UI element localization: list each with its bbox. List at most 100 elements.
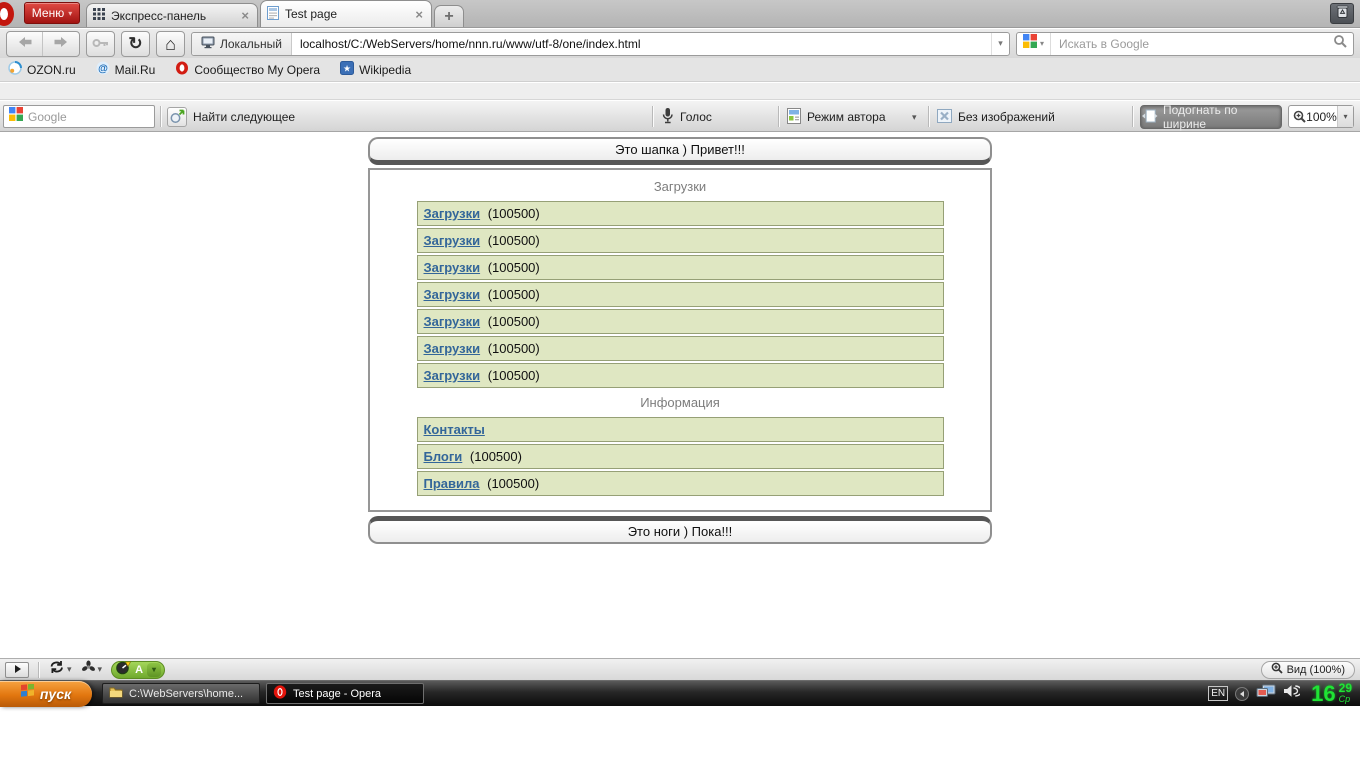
taskbar-clock[interactable]: 16 29 Ср <box>1311 683 1352 705</box>
search-input[interactable]: Искать в Google <box>1051 37 1327 51</box>
author-mode-button[interactable]: Режим автора <box>787 105 886 129</box>
bookmark-label: Mail.Ru <box>115 63 156 77</box>
tray-chevron-button[interactable] <box>1235 687 1249 701</box>
page-viewport: Это шапка ) Привет!!! Загрузки Загрузки … <box>0 132 1360 658</box>
address-field[interactable]: Локальный localhost/C:/WebServers/home/n… <box>191 32 1010 56</box>
url-text[interactable]: localhost/C:/WebServers/home/nnn.ru/www/… <box>292 37 991 51</box>
turbo-button[interactable]: A ▾ <box>111 661 165 679</box>
bookmark-item[interactable]: OZON.ru <box>8 61 76 78</box>
browser-tab[interactable]: Экспресс-панель × <box>86 3 258 27</box>
forward-arrow-icon <box>53 35 69 53</box>
view-zoom-label: Вид (100%) <box>1287 664 1345 676</box>
history-nav-group <box>6 31 80 57</box>
panels-toggle-button[interactable] <box>5 662 29 678</box>
microphone-icon <box>661 107 674 127</box>
link-count: (100500) <box>487 476 539 491</box>
closed-tabs-trash-button[interactable] <box>1330 3 1354 24</box>
content-link[interactable]: Загрузки <box>424 341 481 356</box>
home-button[interactable]: ⌂ <box>156 31 185 57</box>
start-button-label: пуск <box>40 686 71 702</box>
taskbar: пуск C:\WebServers\home... Test page - O… <box>0 680 1360 706</box>
forward-button[interactable] <box>43 32 79 56</box>
unite-button[interactable]: ▾ <box>81 660 103 679</box>
link-count: (100500) <box>488 368 540 383</box>
taskbar-item[interactable]: Test page - Opera <box>266 683 424 704</box>
tray-language-indicator[interactable]: EN <box>1208 686 1228 701</box>
clock-day: Ср <box>1339 694 1351 704</box>
author-mode-icon <box>787 108 801 127</box>
zoom-control[interactable]: 100% ▾ <box>1288 105 1354 128</box>
content-link[interactable]: Загрузки <box>424 206 481 221</box>
bookmark-label: Сообщество My Opera <box>194 63 320 77</box>
taskbar-items: C:\WebServers\home... Test page - Opera <box>102 683 424 704</box>
find-next-button[interactable]: Найти следующее <box>167 105 295 129</box>
bookmark-item[interactable]: Сообщество My Opera <box>175 61 320 78</box>
nav-links-bar <box>0 83 1360 100</box>
no-images-button[interactable]: Без изображений <box>937 105 1055 129</box>
menu-button[interactable]: Меню ▾ <box>24 2 80 24</box>
content-link[interactable]: Правила <box>424 476 480 491</box>
content-link[interactable]: Загрузки <box>424 287 481 302</box>
bookmark-item[interactable]: ★ Wikipedia <box>340 61 411 78</box>
fit-width-icon <box>1141 109 1158 126</box>
toolbar-separator <box>160 106 162 127</box>
opera-community-icon <box>175 61 189 78</box>
voice-button[interactable]: Голос <box>661 105 712 129</box>
speed-dial-grid-icon <box>93 8 105 23</box>
search-box[interactable]: ▾ Искать в Google <box>1016 32 1354 56</box>
back-button[interactable] <box>7 32 43 56</box>
chevron-down-icon: ▾ <box>1040 39 1044 48</box>
browser-tab[interactable]: Test page × <box>260 0 432 27</box>
mailru-icon: @ <box>96 61 110 78</box>
content-footer: Это ноги ) Пока!!! <box>368 516 992 544</box>
content-section: Загрузки Загрузки (100500) Загрузки (100… <box>370 179 990 388</box>
statusbar-separator <box>38 662 40 678</box>
chevron-down-icon: ▾ <box>67 664 72 675</box>
link-row: Загрузки (100500) <box>417 363 944 388</box>
link-count: (100500) <box>488 260 540 275</box>
turbo-dropdown[interactable]: ▾ <box>147 663 161 677</box>
search-button[interactable] <box>1327 33 1353 55</box>
chevron-down-icon: ▾ <box>98 664 103 675</box>
taskbar-item[interactable]: C:\WebServers\home... <box>102 683 260 704</box>
tray-display-icon[interactable] <box>1256 684 1276 704</box>
refresh-button[interactable]: ↻ <box>121 31 150 57</box>
google-find-input[interactable]: Google <box>3 105 155 128</box>
link-row: Загрузки (100500) <box>417 228 944 253</box>
toolbar-separator <box>778 106 780 127</box>
magnifier-icon <box>1333 34 1347 53</box>
search-engine-selector[interactable]: ▾ <box>1017 33 1051 55</box>
content-link[interactable]: Загрузки <box>424 314 481 329</box>
opera-icon <box>273 685 287 702</box>
view-zoom-button[interactable]: Вид (100%) <box>1261 661 1355 679</box>
zoom-dropdown[interactable]: ▾ <box>1337 106 1353 127</box>
tray-volume-icon[interactable] <box>1283 684 1300 703</box>
author-mode-dropdown[interactable]: ▾ <box>912 105 917 129</box>
home-icon: ⌂ <box>165 35 176 53</box>
new-tab-button[interactable]: + <box>434 5 464 27</box>
google-icon <box>9 107 23 126</box>
content-link[interactable]: Загрузки <box>424 260 481 275</box>
tab-close-icon[interactable]: × <box>413 7 425 22</box>
taskbar-item-label: C:\WebServers\home... <box>129 688 243 700</box>
trash-icon <box>1336 4 1349 23</box>
start-button[interactable]: пуск <box>0 681 92 707</box>
sync-button[interactable]: ▾ <box>49 660 72 679</box>
address-dropdown[interactable]: ▾ <box>991 33 1009 55</box>
address-bar: ↻ ⌂ Локальный localhost/C:/WebServers/ho… <box>0 29 1360 58</box>
link-row: Загрузки (100500) <box>417 201 944 226</box>
find-next-label: Найти следующее <box>193 110 295 124</box>
link-row: Загрузки (100500) <box>417 336 944 361</box>
content-link[interactable]: Блоги <box>424 449 463 464</box>
link-row: Правила (100500) <box>417 471 944 496</box>
fit-width-button[interactable]: Подогнать по ширине <box>1140 105 1282 129</box>
content-link[interactable]: Загрузки <box>424 368 481 383</box>
toolbar-separator <box>1132 106 1134 127</box>
tab-close-icon[interactable]: × <box>239 8 251 23</box>
bookmark-item[interactable]: @ Mail.Ru <box>96 61 156 78</box>
refresh-icon: ↻ <box>128 35 142 52</box>
windows-flag-icon <box>21 684 35 703</box>
content-link[interactable]: Загрузки <box>424 233 481 248</box>
password-wand-button[interactable] <box>86 31 115 57</box>
content-link[interactable]: Контакты <box>424 422 485 437</box>
